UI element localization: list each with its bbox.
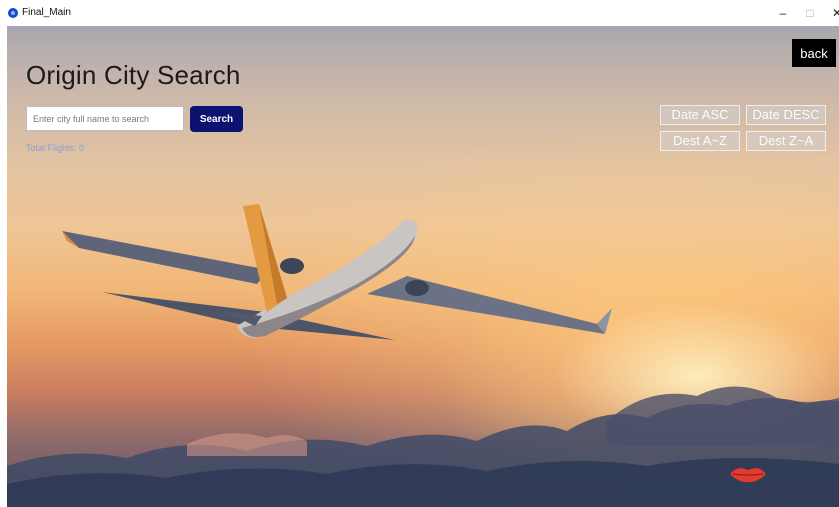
sort-date-desc-button[interactable]: Date DESC — [746, 105, 826, 125]
main-content: Origin City Search Search Total Flights:… — [7, 26, 839, 507]
lips-icon — [730, 468, 766, 483]
sort-dest-za-button[interactable]: Dest Z~A — [746, 131, 826, 151]
back-button[interactable]: back — [792, 39, 836, 67]
title-bar: Final_Main – □ ✕ — [0, 0, 839, 26]
page-title: Origin City Search — [26, 60, 241, 90]
city-search-input[interactable] — [26, 106, 184, 131]
minimize-button[interactable]: – — [770, 3, 796, 23]
search-button[interactable]: Search — [190, 106, 243, 132]
app-window: Final_Main – □ ✕ Origin City Search Ente… — [0, 0, 839, 507]
maximize-button[interactable]: □ — [797, 3, 823, 23]
sort-dest-az-button[interactable]: Dest A~Z — [660, 131, 740, 151]
app-icon — [8, 8, 18, 18]
window-title: Final_Main — [22, 7, 71, 18]
total-flights-label: Total Flights: 0 — [26, 143, 85, 153]
sort-date-asc-button[interactable]: Date ASC — [660, 105, 740, 125]
airplane-image — [62, 204, 612, 340]
close-button[interactable]: ✕ — [824, 3, 839, 23]
